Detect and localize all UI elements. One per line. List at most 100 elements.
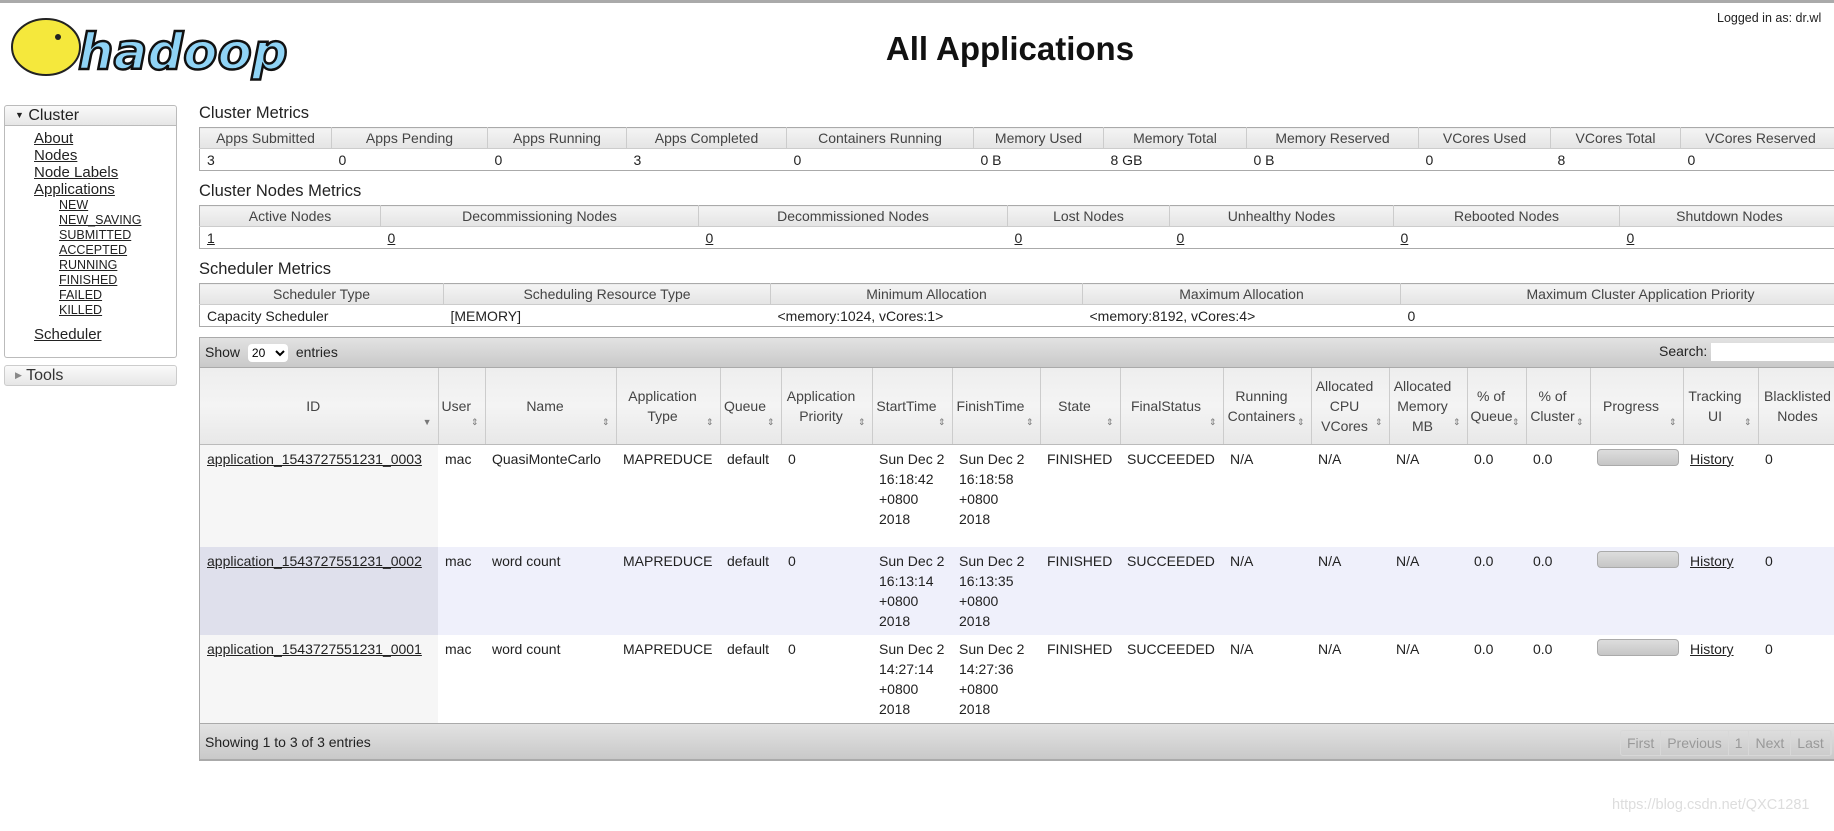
column-header-finishtime[interactable]: FinishTime ⇕ <box>952 368 1041 445</box>
nav-state-failed[interactable]: FAILED <box>59 288 176 303</box>
header-row: Apps Submitted Apps Pending Apps Running Ap… <box>199 127 1834 149</box>
column-header-starttime[interactable]: StartTime ⇕ <box>872 368 953 445</box>
sort-icon[interactable]: ⇕ <box>1375 412 1383 432</box>
pager-next[interactable]: Next <box>1749 731 1792 755</box>
nav-state-accepted[interactable]: ACCEPTED <box>59 243 176 258</box>
search-input[interactable] <box>1711 343 1834 362</box>
page-title: All Applications <box>885 30 1135 67</box>
column-header-name[interactable]: Name ⇕ <box>485 368 617 445</box>
column-header-progress[interactable]: Progress ⇕ <box>1590 368 1684 445</box>
containers-cell: N/A <box>1230 641 1254 657</box>
logged-in-user: Logged in as: dr.wl <box>1717 11 1822 25</box>
page-size-select[interactable]: 20 <box>247 344 288 362</box>
history-link[interactable]: History <box>1690 553 1734 569</box>
nav-state-killed[interactable]: KILLED <box>59 303 176 318</box>
nav-state-submitted[interactable]: SUBMITTED <box>59 228 176 243</box>
column-header--of-cluster[interactable]: % of Cluster ⇕ <box>1526 368 1591 445</box>
column-header: Apps Completed <box>626 127 787 149</box>
blacklisted-cell: 0 <box>1765 641 1773 657</box>
column-header-allocated-memory-mb[interactable]: Allocated Memory MB ⇕ <box>1389 368 1468 445</box>
column-header-tracking-ui[interactable]: Tracking UI ⇕ <box>1683 368 1759 445</box>
tools-section-toggle[interactable]: ▶ Tools <box>4 365 177 386</box>
sort-icon[interactable]: ⇕ <box>767 412 775 432</box>
metric-link[interactable]: 1 <box>207 230 215 246</box>
sort-icon[interactable]: ⇕ <box>938 412 946 432</box>
metric-link[interactable]: 0 <box>1627 230 1635 246</box>
application-link[interactable]: application_1543727551231_0003 <box>207 451 422 467</box>
pager-first[interactable]: First <box>1621 731 1662 755</box>
applications-table: ID ▼ User ⇕ Name ⇕ Application Type ⇕ Queue ⇕ Appl… <box>200 368 1834 723</box>
sort-icon[interactable]: ⇕ <box>706 412 714 432</box>
metric-link[interactable]: 0 <box>1177 230 1185 246</box>
sort-icon[interactable]: ⇕ <box>1453 412 1461 432</box>
application-link[interactable]: application_1543727551231_0002 <box>207 553 422 569</box>
sort-icon[interactable]: ⇕ <box>602 412 610 432</box>
progress-cell <box>1590 444 1683 547</box>
sidebar: ▼ Cluster About Nodes Node Labels Applic… <box>4 105 177 386</box>
start-cell: Sun Dec 2 16:18:42 +0800 2018 <box>879 450 945 527</box>
column-header-blacklisted-nodes[interactable]: Blacklisted Nodes⇕ <box>1758 368 1834 445</box>
pager-1[interactable]: 1 <box>1729 731 1750 755</box>
pager-last[interactable]: Last <box>1791 731 1831 755</box>
sort-icon[interactable]: ⇕ <box>1297 412 1305 432</box>
column-header-user[interactable]: User ⇕ <box>438 368 486 445</box>
metric-link[interactable]: 0 <box>388 230 396 246</box>
column-header-finalstatus[interactable]: FinalStatus ⇕ <box>1120 368 1224 445</box>
column-header-allocated-cpu-vcores[interactable]: Allocated CPU VCores ⇕ <box>1311 368 1390 445</box>
header-row: Active Nodes Decommissioning Nodes Decommi… <box>199 205 1834 227</box>
metric-cell: 0 <box>1620 227 1834 249</box>
pager-previous[interactable]: Previous <box>1661 731 1729 755</box>
metric-cell: 3 <box>207 151 215 168</box>
history-link[interactable]: History <box>1690 641 1734 657</box>
nav-scheduler[interactable]: Scheduler <box>34 326 176 343</box>
cluster-metrics-title: Cluster Metrics <box>199 104 310 122</box>
watermark: https://blog.csdn.net/QXC1281 <box>1612 797 1810 813</box>
nav-nodes[interactable]: Nodes <box>34 147 176 164</box>
sort-icon[interactable]: ⇕ <box>1106 412 1114 432</box>
metric-link[interactable]: 0 <box>1401 230 1409 246</box>
metric-link[interactable]: 0 <box>706 230 714 246</box>
pagination: First Previous 1 Next Last <box>1620 730 1832 756</box>
sort-icon[interactable]: ⇕ <box>1744 412 1752 432</box>
start-cell: Sun Dec 2 14:27:14 +0800 2018 <box>879 641 945 717</box>
application-link[interactable]: application_1543727551231_0001 <box>207 641 422 657</box>
applications-datatable: Show 20 entries Search: ID ▼ User ⇕ Name ⇕ App… <box>199 337 1834 761</box>
pct-cluster-cell: 0.0 <box>1533 641 1553 657</box>
priority-cell: 0 <box>788 450 796 467</box>
sort-icon[interactable]: ⇕ <box>471 412 479 432</box>
user-cell: mac <box>445 450 472 467</box>
table-row: application_1543727551231_0003 mac QuasiMo… <box>200 444 1834 547</box>
sort-icon[interactable]: ⇕ <box>1512 412 1520 432</box>
column-header: Shutdown Nodes <box>1619 205 1834 227</box>
nav-state-finished[interactable]: FINISHED <box>59 273 176 288</box>
column-header-state[interactable]: State ⇕ <box>1040 368 1121 445</box>
metric-link[interactable]: 0 <box>1015 230 1023 246</box>
sort-icon[interactable]: ⇕ <box>1669 412 1677 432</box>
history-link[interactable]: History <box>1690 451 1734 467</box>
column-header-id[interactable]: ID ▼ <box>200 368 439 445</box>
nav-applications[interactable]: Applications <box>34 181 176 198</box>
column-header: Minimum Allocation <box>770 283 1083 305</box>
sort-desc-icon[interactable]: ▼ <box>423 412 432 432</box>
nav-node-labels[interactable]: Node Labels <box>34 164 176 181</box>
type-cell: MAPREDUCE <box>623 641 713 657</box>
metric-cell: 0 <box>381 227 699 249</box>
sort-icon[interactable]: ⇕ <box>1026 412 1034 432</box>
nav-state-new[interactable]: NEW <box>59 198 176 213</box>
nav-about[interactable]: About <box>34 130 176 147</box>
sort-icon[interactable]: ⇕ <box>1576 412 1584 432</box>
column-header-application-type[interactable]: Application Type ⇕ <box>616 368 721 445</box>
id-cell: application_1543727551231_0003 <box>200 444 438 547</box>
node-metrics-table: Active Nodes Decommissioning Nodes Decommi… <box>199 205 1834 249</box>
nav-state-running[interactable]: RUNNING <box>59 258 176 273</box>
nav-state-new_saving[interactable]: NEW_SAVING <box>59 213 176 228</box>
cluster-section-toggle[interactable]: ▼ Cluster <box>4 105 177 126</box>
metric-cell: 0 <box>338 151 347 168</box>
column-header-running-containers[interactable]: Running Containers ⇕ <box>1223 368 1312 445</box>
sort-icon[interactable]: ⇕ <box>1209 412 1217 432</box>
priority-cell: 0 <box>788 641 796 657</box>
column-header--of-queue[interactable]: % of Queue ⇕ <box>1467 368 1527 445</box>
sort-icon[interactable]: ⇕ <box>858 412 866 432</box>
column-header-application-priority[interactable]: Application Priority ⇕ <box>781 368 873 445</box>
column-header-queue[interactable]: Queue ⇕ <box>720 368 782 445</box>
